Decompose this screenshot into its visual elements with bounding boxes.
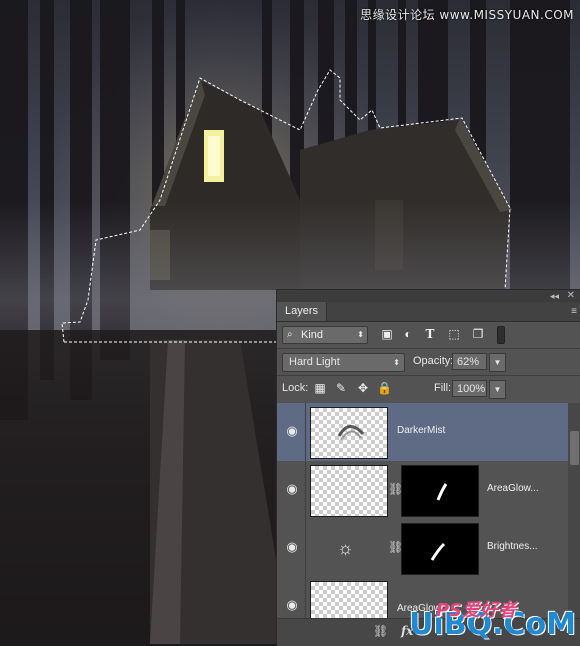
layer-name: DarkerMist [397,425,446,436]
kind-filter-dropdown[interactable]: ⌕ Kind ⬍ [282,326,368,344]
collapse-icon[interactable]: ◂◂ [550,290,559,302]
scrollbar-thumb[interactable] [570,431,579,465]
mist-brush-icon [337,425,365,441]
layer-name: Brightnes... [487,541,538,552]
shape-filter-icon[interactable]: ⬚ [447,327,461,341]
updown-arrows-icon: ⬍ [357,330,364,339]
chevron-down-icon: ▼ [493,358,502,367]
eye-icon[interactable]: ◉ [285,424,299,438]
layers-list: ◉ DarkerMist ◉ ⛓ AreaGlow... ◉ ☼ ⛓ Brigh… [277,403,568,618]
kind-filter-label: Kind [301,329,324,341]
watermark-ps-text: PS爱好者 [435,600,516,621]
watermark-bottom: PS爱好者 UiBQ.CoM [409,600,576,642]
blend-mode-dropdown[interactable]: Hard Light ⬍ [282,353,405,372]
panel-titlebar: ◂◂ ✕ [277,290,580,302]
fill-input[interactable]: 100% [452,380,487,397]
layer-thumbnail [310,581,388,618]
lock-row: Lock: ▦ ✎ ✥ 🔒 Fill: 100% ▼ [277,376,580,402]
panel-tabbar: Layers ≡ [277,302,580,322]
filter-row: ⌕ Kind ⬍ ▣ ◐ T ⬚ ❐ [277,322,580,348]
lock-all-icon[interactable]: 🔒 [377,380,392,397]
mask-stroke-icon [436,483,448,501]
divider [305,403,306,461]
panel-menu-icon[interactable]: ≡ [571,306,577,317]
mask-stroke-icon [430,542,446,561]
layer-thumbnail [310,407,388,459]
blend-row: Hard Light ⬍ Opacity: 62% ▼ [277,349,580,375]
updown-arrows-icon: ⬍ [393,358,400,367]
link-layers-icon[interactable]: ⛓ [373,624,388,638]
adjustment-filter-icon[interactable]: ◐ [401,327,415,341]
eye-icon[interactable]: ◉ [285,482,299,496]
layer-mask-thumbnail[interactable] [401,523,479,575]
lock-transparent-pixels-icon[interactable]: ▦ [313,380,327,397]
fill-label: Fill: [434,382,452,394]
chevron-down-icon: ▼ [493,385,502,394]
layer-name: AreaGlow... [487,483,539,494]
layer-row[interactable]: ◉ ☼ ⛓ Brightnes... [277,519,568,578]
eye-icon[interactable]: ◉ [285,540,299,554]
divider [305,461,306,519]
eye-icon[interactable]: ◉ [285,598,299,612]
close-icon[interactable]: ✕ [567,290,575,302]
layers-scrollbar[interactable] [568,403,580,618]
opacity-label: Opacity: [413,355,454,367]
lock-label: Lock: [282,382,309,394]
opacity-input[interactable]: 62% [452,353,487,370]
image-filter-icon[interactable]: ▣ [380,327,394,341]
brightness-adjustment-icon: ☼ [337,538,354,558]
filter-toggle[interactable] [497,326,505,344]
layer-thumbnail [310,465,388,517]
tab-layers[interactable]: Layers [277,302,328,321]
layer-row[interactable]: ◉ ⛓ AreaGlow... [277,461,568,520]
lock-image-pixels-icon[interactable]: ✎ [334,380,348,397]
smart-object-filter-icon[interactable]: ❐ [471,327,485,341]
blend-mode-value: Hard Light [289,356,340,368]
watermark-top-text: 思缘设计论坛 www.MISSYUAN.COM [360,8,574,22]
layer-row[interactable]: ◉ DarkerMist [277,403,568,462]
search-icon: ⌕ [287,329,293,340]
layers-panel: ◂◂ ✕ Layers ≡ ⌕ Kind ⬍ ▣ ◐ T ⬚ ❐ Hard Li… [276,289,580,646]
type-filter-icon[interactable]: T [423,327,437,341]
divider [305,519,306,577]
opacity-dropdown-button[interactable]: ▼ [489,353,506,372]
layer-mask-thumbnail[interactable] [401,465,479,517]
fill-dropdown-button[interactable]: ▼ [489,380,506,399]
divider [305,577,306,618]
lock-position-icon[interactable]: ✥ [356,380,370,397]
